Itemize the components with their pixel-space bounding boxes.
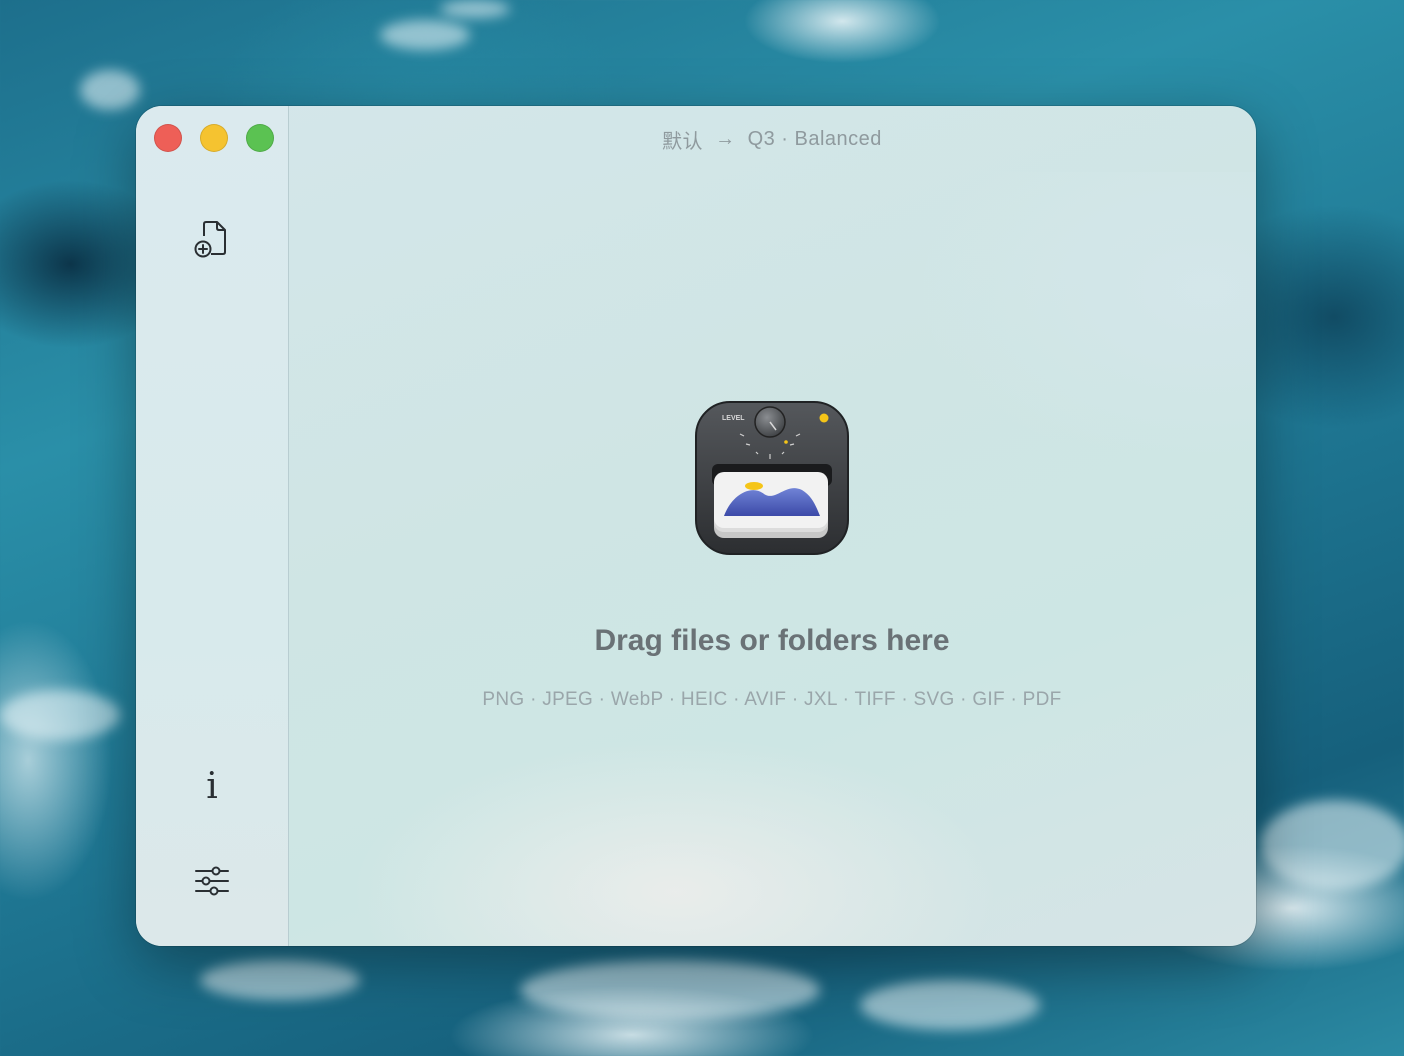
sidebar: i	[136, 106, 289, 946]
drop-title: Drag files or folders here	[594, 624, 950, 657]
title-target-preset: Q3 · Balanced	[747, 127, 882, 150]
arrow-right-icon: →	[715, 127, 736, 150]
settings-button[interactable]	[186, 855, 238, 907]
add-files-button[interactable]	[186, 212, 238, 264]
info-button[interactable]: i	[186, 761, 238, 813]
title-source-preset: 默认	[662, 130, 704, 153]
desktop-wave	[1260, 800, 1404, 890]
desktop-wave	[200, 960, 360, 1000]
desktop-wave	[80, 70, 140, 110]
supported-formats: PNG · JPEG · WebP · HEIC · AVIF · JXL · …	[482, 689, 1062, 710]
app-window: i 默认 → Q3 · Balanced LEVEL Drag files or…	[136, 106, 1256, 946]
window-title: 默认 → Q3 · Balanced	[288, 106, 1256, 172]
maximize-window-button[interactable]	[246, 124, 274, 152]
close-window-button[interactable]	[154, 124, 182, 152]
image-compressor-app-icon: LEVEL	[695, 401, 849, 555]
desktop-wave	[860, 980, 1040, 1030]
desktop-wave	[0, 690, 120, 740]
drop-zone[interactable]: LEVEL Drag files or folders here PNG · J…	[288, 172, 1256, 946]
info-icon: i	[206, 766, 218, 807]
desktop-wave	[520, 960, 820, 1020]
file-plus-icon	[194, 221, 226, 258]
app-icon-level-label: LEVEL	[722, 415, 745, 422]
minimize-window-button[interactable]	[200, 124, 228, 152]
sliders-icon	[195, 866, 229, 896]
desktop-wave	[380, 20, 470, 50]
desktop-wave	[440, 0, 510, 18]
